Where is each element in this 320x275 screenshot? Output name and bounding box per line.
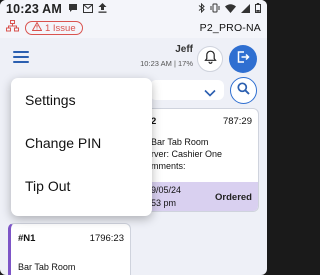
order-card[interactable]: #N1 1796:23 Bar Tab Room: [8, 223, 131, 275]
battery-level: 17%: [177, 59, 193, 68]
order-card[interactable]: 2 787:29 Bar Tab Room rver: Cashier One …: [142, 108, 259, 212]
notifications-button[interactable]: [197, 46, 223, 72]
header-separator: |: [173, 59, 176, 68]
mail-icon: [83, 2, 94, 16]
status-system-icons: [198, 2, 261, 16]
order-amount: 787:29: [222, 116, 252, 127]
chevron-down-icon: [204, 84, 216, 102]
menu-line: [13, 61, 29, 63]
bell-icon: [203, 50, 217, 69]
upload-icon: [98, 2, 107, 16]
user-name: Jeff: [175, 44, 193, 55]
menu-item-change-pin[interactable]: Change PIN: [25, 135, 101, 151]
header-time: 10:23 AM: [140, 59, 172, 68]
logout-button[interactable]: [229, 45, 257, 73]
order-number: #N1: [18, 233, 36, 244]
warning-icon: [31, 21, 43, 34]
menu-line: [13, 51, 29, 53]
status-notification-icons: [68, 2, 107, 16]
order-time: 53 pm: [151, 198, 177, 208]
wifi-icon: [225, 2, 236, 16]
order-room: Bar Tab Room: [18, 262, 76, 272]
battery-icon: [255, 2, 261, 16]
network-devices-icon[interactable]: [6, 19, 19, 37]
app-info-bar: 1 Issue P2_PRO-NA: [0, 18, 267, 38]
menu-button[interactable]: [13, 51, 29, 63]
chat-icon: [68, 2, 78, 16]
logout-icon: [236, 50, 250, 69]
issue-label: 1 Issue: [45, 22, 76, 34]
search-button[interactable]: [230, 77, 257, 104]
main-menu-dropdown: Settings Change PIN Tip Out: [11, 78, 152, 216]
menu-item-settings[interactable]: Settings: [25, 92, 76, 108]
order-status: Ordered: [215, 192, 252, 203]
order-amount: 1796:23: [89, 233, 124, 244]
user-meta: 10:23 AM | 17%: [140, 59, 193, 68]
status-time: 10:23 AM: [6, 2, 63, 16]
menu-line: [13, 56, 29, 58]
menu-item-tip-out[interactable]: Tip Out: [25, 178, 70, 194]
issue-badge[interactable]: 1 Issue: [25, 21, 83, 35]
bluetooth-icon: [198, 2, 205, 16]
order-footer: 9/05/24 53 pm Ordered: [145, 182, 258, 211]
vibrate-icon: [210, 2, 220, 16]
order-server: rver: Cashier One: [151, 149, 223, 159]
order-filter-select[interactable]: [150, 80, 224, 100]
search-icon: [237, 81, 250, 100]
cellular-icon: [241, 2, 250, 16]
order-comments: mments:: [151, 161, 186, 171]
app-screen: 10:23 AM 1 Issue P2_PRO-NA Jeff 10:23 AM…: [0, 0, 267, 275]
header: Jeff 10:23 AM | 17%: [0, 38, 267, 76]
user-info: Jeff 10:23 AM | 17%: [140, 44, 193, 68]
order-room: Bar Tab Room: [151, 137, 209, 147]
terminal-name: P2_PRO-NA: [199, 22, 261, 34]
order-date: 9/05/24: [151, 185, 182, 195]
status-bar: 10:23 AM: [0, 0, 267, 18]
